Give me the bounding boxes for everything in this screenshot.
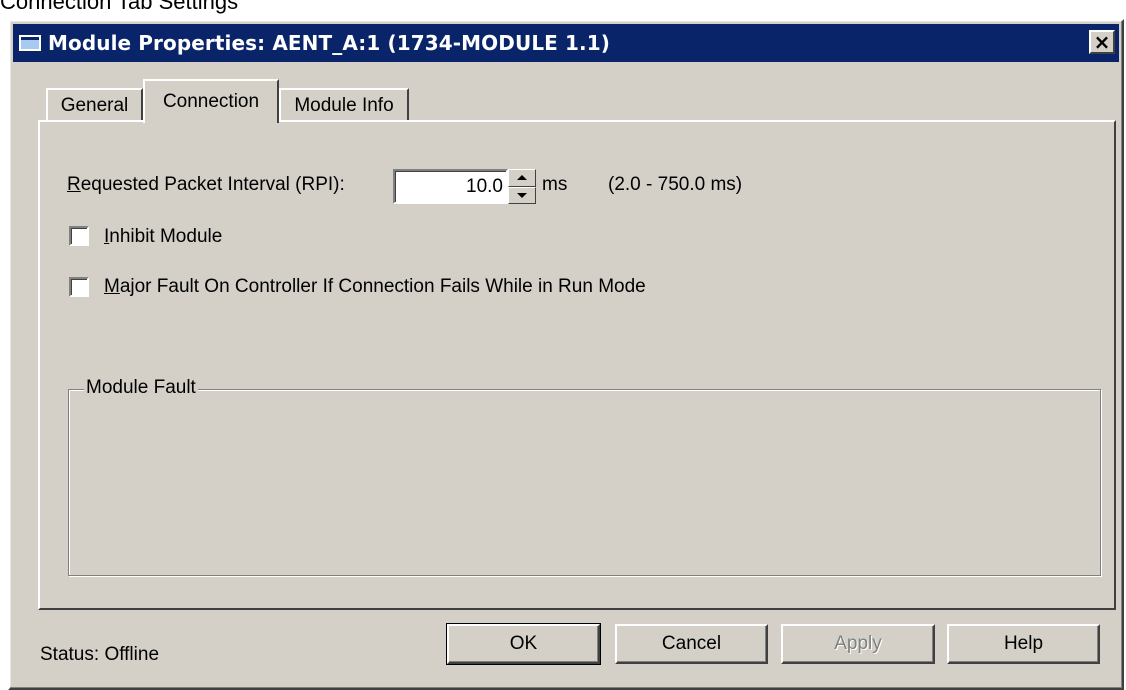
status-value: Offline bbox=[104, 644, 160, 665]
status-label: Status: bbox=[40, 644, 100, 665]
tab-module-info-label: Module Info bbox=[294, 95, 394, 116]
ok-button-label: OK bbox=[509, 633, 538, 654]
ok-button[interactable]: OK bbox=[446, 623, 601, 665]
connection-tab-panel bbox=[38, 120, 1116, 610]
close-icon: × bbox=[1093, 30, 1111, 54]
tab-connection[interactable]: Connection bbox=[143, 79, 279, 123]
tab-module-info[interactable]: Module Info bbox=[279, 88, 409, 122]
apply-button-label: Apply bbox=[834, 633, 882, 654]
help-button[interactable]: Help bbox=[947, 624, 1100, 664]
tab-general-label: General bbox=[60, 95, 129, 116]
page-caption: Connection Tab Settings bbox=[0, 0, 239, 14]
cancel-button[interactable]: Cancel bbox=[615, 624, 768, 664]
close-button[interactable]: × bbox=[1089, 30, 1115, 54]
title-bar[interactable]: Module Properties: AENT_A:1 (1734-MODULE… bbox=[13, 24, 1119, 62]
tab-general[interactable]: General bbox=[46, 88, 143, 122]
window-icon bbox=[19, 35, 41, 51]
status-row: Status: Offline bbox=[40, 644, 159, 666]
cancel-button-label: Cancel bbox=[661, 633, 722, 654]
tab-connection-label: Connection bbox=[162, 91, 260, 112]
apply-button[interactable]: Apply bbox=[781, 624, 935, 664]
window-title: Module Properties: AENT_A:1 (1734-MODULE… bbox=[48, 31, 610, 55]
help-button-label: Help bbox=[1003, 633, 1044, 654]
